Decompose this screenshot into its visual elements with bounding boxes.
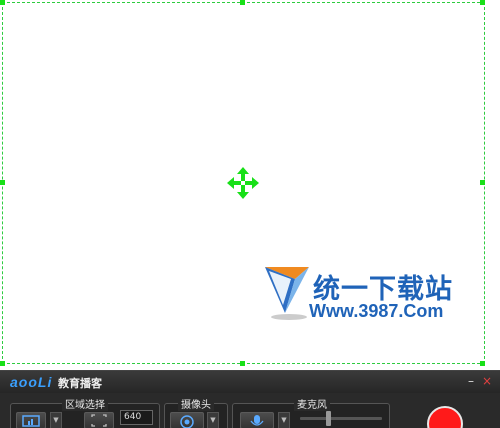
watermark-url: Www.3987.Com bbox=[309, 301, 444, 321]
microphone-volume-thumb[interactable] bbox=[326, 411, 331, 426]
resize-handle-bottom-left[interactable] bbox=[0, 361, 5, 366]
camera-label: 摄像头 bbox=[178, 396, 214, 411]
resize-handle-right[interactable] bbox=[480, 180, 485, 185]
custom-region-button[interactable] bbox=[84, 412, 114, 428]
monitor-icon bbox=[22, 415, 40, 427]
resize-handle-top-left[interactable] bbox=[0, 0, 5, 5]
resize-handle-bottom-right[interactable] bbox=[480, 361, 485, 366]
recorder-toolbar: aooLi 教育播客 – × 区域选择 ▼ 640 摄像头 ▼ 麦克风 ▼ bbox=[0, 370, 500, 428]
app-root: 统一下载站 Www.3987.Com aooLi 教育播客 – × 区域选择 ▼… bbox=[0, 0, 500, 428]
camera-dropdown-button[interactable]: ▼ bbox=[207, 412, 219, 428]
region-dropdown-button[interactable]: ▼ bbox=[50, 412, 62, 428]
move-arrows-icon[interactable] bbox=[226, 166, 260, 200]
close-button[interactable]: × bbox=[480, 373, 494, 389]
app-logo: aooLi bbox=[10, 374, 53, 390]
resize-handle-top[interactable] bbox=[240, 0, 245, 5]
region-width-field[interactable]: 640 bbox=[120, 410, 153, 425]
camera-icon bbox=[180, 415, 194, 428]
camera-button[interactable] bbox=[170, 412, 204, 428]
triangle-logo-icon bbox=[265, 267, 309, 320]
resize-handle-bottom[interactable] bbox=[240, 361, 245, 366]
microphone-label: 麦克风 bbox=[294, 396, 330, 411]
titlebar: aooLi 教育播客 – × bbox=[0, 371, 500, 393]
resize-handle-top-right[interactable] bbox=[480, 0, 485, 5]
resize-handle-left[interactable] bbox=[0, 180, 5, 185]
microphone-button[interactable] bbox=[240, 412, 274, 428]
fullscreen-region-button[interactable] bbox=[16, 412, 46, 428]
watermark: 统一下载站 Www.3987.Com bbox=[265, 265, 455, 327]
app-title: 教育播客 bbox=[58, 377, 102, 390]
region-label: 区域选择 bbox=[62, 396, 108, 411]
crop-icon bbox=[91, 414, 107, 427]
microphone-volume-slider[interactable] bbox=[300, 411, 382, 426]
minimize-button[interactable]: – bbox=[464, 373, 478, 389]
microphone-icon bbox=[250, 415, 264, 426]
microphone-dropdown-button[interactable]: ▼ bbox=[278, 412, 290, 428]
